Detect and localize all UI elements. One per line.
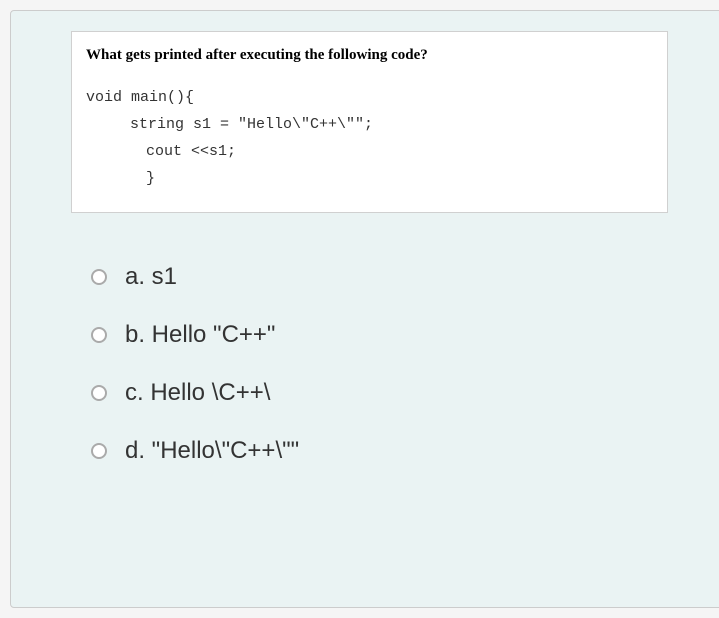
question-title: What gets printed after executing the fo… [72,32,667,84]
code-line-2: string s1 = "Hello\"C++\""; [86,111,653,138]
options-list: a. s1 b. Hello "C++" c. Hello \C++\ d. "… [11,243,719,515]
code-block: void main(){ string s1 = "Hello\"C++\"";… [72,84,667,212]
option-c-text: c. Hello \C++\ [125,379,270,407]
question-box: What gets printed after executing the fo… [71,31,668,213]
code-line-4: } [86,165,653,192]
radio-c[interactable] [91,385,107,401]
option-b[interactable]: b. Hello "C++" [91,321,668,349]
code-line-3: cout <<s1; [86,138,653,165]
option-d-text: d. "Hello\"C++\"" [125,437,299,465]
option-a-text: a. s1 [125,263,177,291]
quiz-container: What gets printed after executing the fo… [10,10,719,608]
radio-d[interactable] [91,443,107,459]
code-line-1: void main(){ [86,84,653,111]
radio-b[interactable] [91,327,107,343]
option-a[interactable]: a. s1 [91,263,668,291]
option-c[interactable]: c. Hello \C++\ [91,379,668,407]
option-d[interactable]: d. "Hello\"C++\"" [91,437,668,465]
radio-a[interactable] [91,269,107,285]
option-b-text: b. Hello "C++" [125,321,275,349]
